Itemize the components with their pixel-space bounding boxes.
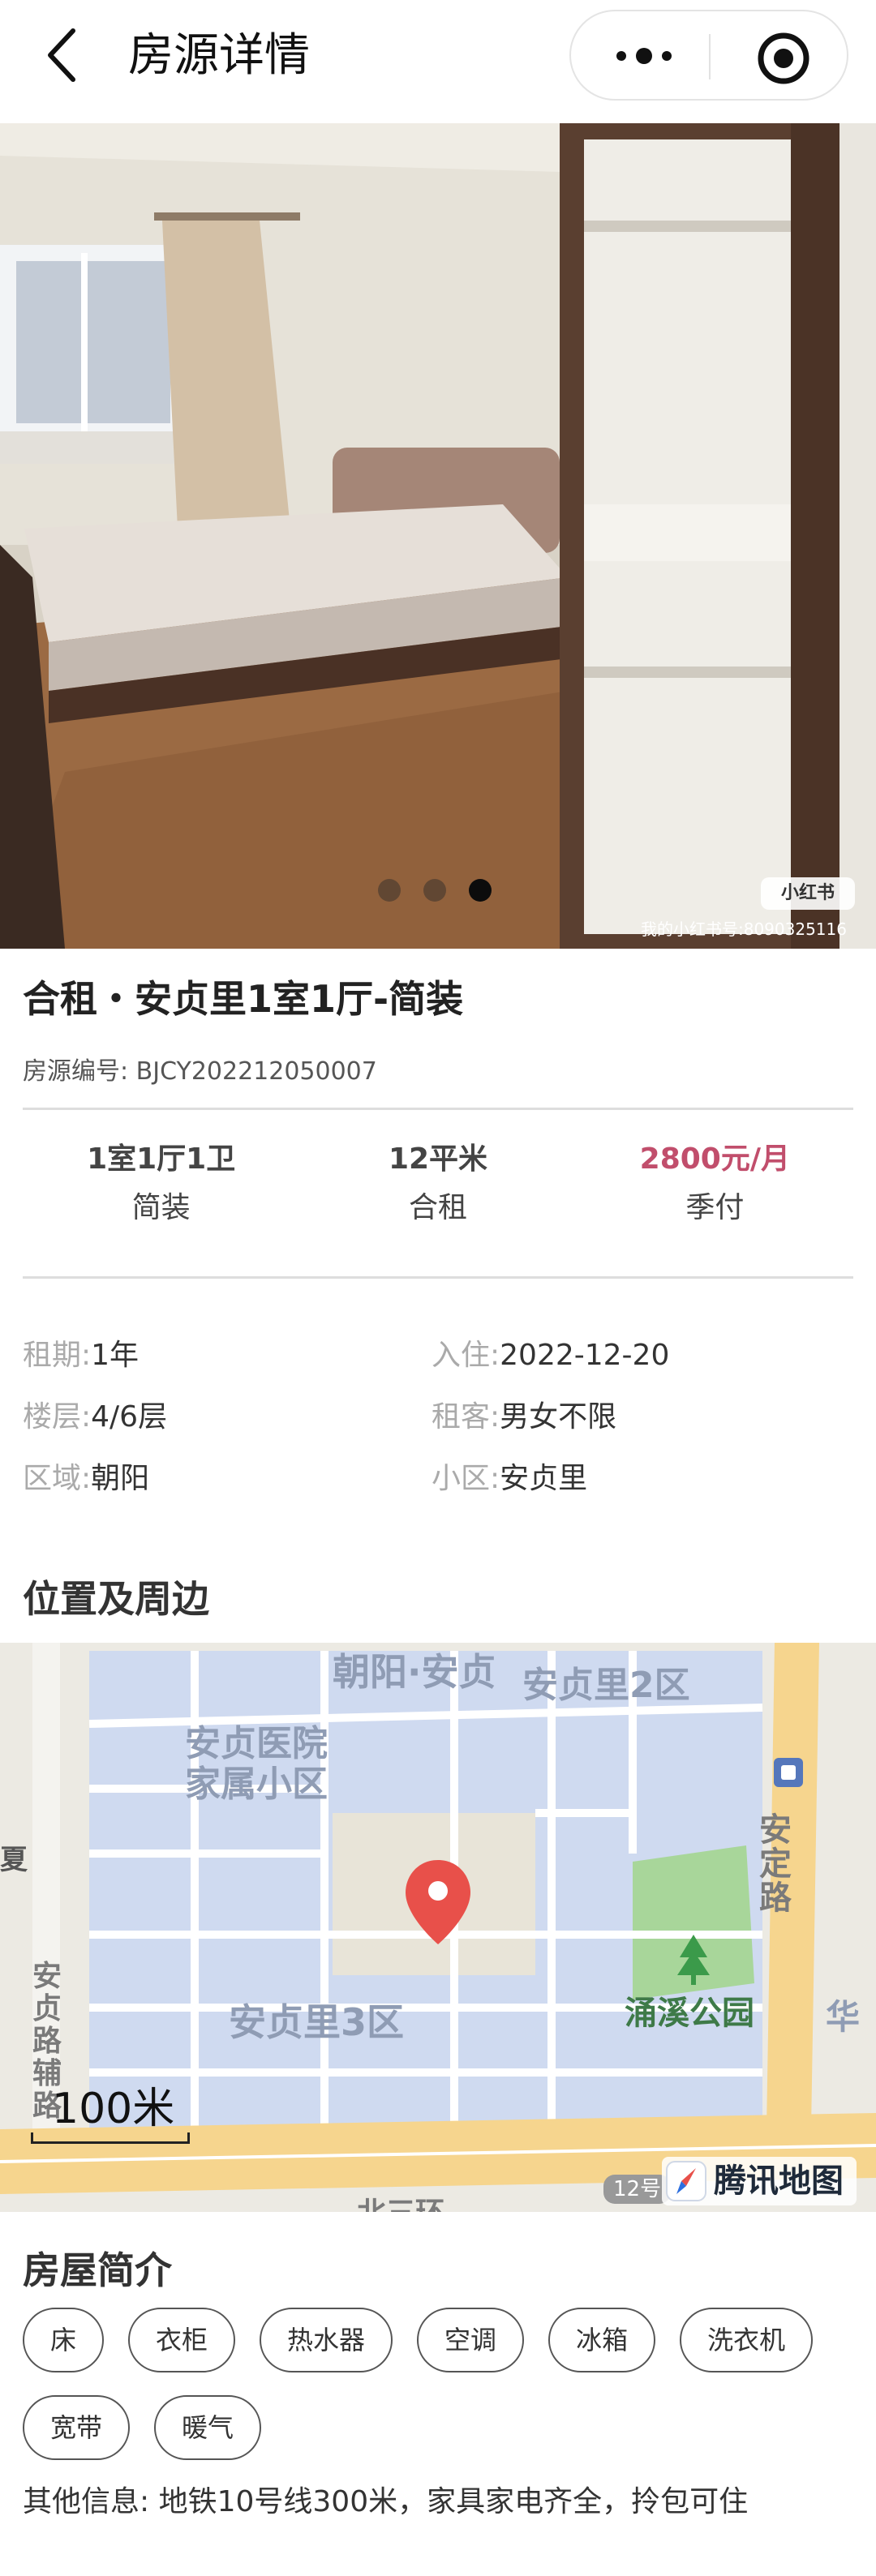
intro-section-title: 房屋简介: [23, 2248, 172, 2292]
stat-layout-value: 1室1厅1卫: [87, 1142, 236, 1176]
stat-price-value: 2800元/月: [639, 1142, 790, 1176]
compass-icon: [666, 2161, 706, 2201]
chevron-left-icon: [48, 28, 75, 82]
more-button[interactable]: [603, 36, 685, 76]
carousel-dot-active[interactable]: [469, 879, 492, 902]
other-info: 其他信息: 地铁10号线300米，家具家电齐全，拎包可住: [23, 2485, 749, 2518]
bedroom-photo: [0, 123, 876, 949]
info-key-district: 区域:: [23, 1462, 92, 1495]
mini-program-capsule: [569, 10, 848, 101]
carousel-dot[interactable]: [378, 879, 401, 902]
road-badge: 12号: [603, 2175, 672, 2204]
map-label-ring-road: 北三环: [357, 2189, 444, 2212]
stat-rent-type: 合租: [408, 1191, 467, 1224]
info-key-lease: 租期:: [23, 1339, 92, 1372]
target-circle-icon: [758, 32, 809, 84]
info-value-tenant: 男女不限: [500, 1400, 617, 1434]
more-dots-icon: [616, 48, 672, 64]
info-row: 租期:1年 入住:2022-12-20: [23, 1322, 853, 1383]
map-label-partial: 华: [826, 1997, 861, 2037]
house-info-grid: 租期:1年 入住:2022-12-20 楼层:4/6层 租客:男女不限 区域:朝…: [23, 1322, 853, 1507]
amenity-tag: 洗衣机: [680, 2308, 814, 2372]
map-scale-label: 100米: [52, 2085, 175, 2133]
map-label-road-anding: 安定路: [759, 1811, 792, 1917]
amenity-tag: 宽带: [23, 2395, 131, 2460]
amenity-tag: 暖气: [154, 2395, 262, 2460]
info-key-floor: 楼层:: [23, 1400, 92, 1434]
amenity-tag: 衣柜: [128, 2308, 236, 2372]
map-provider-name: 腾讯地图: [714, 2162, 844, 2200]
amenity-tag: 床: [23, 2308, 105, 2372]
house-title: 合租・安贞里1室1厅-简装: [23, 977, 464, 1021]
amenity-tag: 热水器: [260, 2308, 393, 2372]
info-value-community: 安贞里: [500, 1462, 588, 1495]
info-value-lease: 1年: [91, 1339, 140, 1372]
house-stats: 1室1厅1卫 简装 12平米 合租 2800元/月 季付: [23, 1135, 853, 1232]
map-label-park: 涌溪公园: [625, 1995, 754, 2032]
nav-header: 房源详情: [0, 0, 876, 123]
back-button[interactable]: [32, 23, 97, 88]
amenity-tags: 床 衣柜 热水器 空调 冰箱 洗衣机 宽带 暖气: [23, 2308, 858, 2460]
map-label-hospital-housing: 家属小区: [185, 1764, 328, 1805]
map-label-district: 朝阳·安贞: [333, 1650, 496, 1694]
map-label-community-2: 安贞里2区: [522, 1665, 690, 1706]
info-value-move-in: 2022-12-20: [500, 1339, 670, 1372]
map-label-community-3: 安贞里3区: [229, 2000, 405, 2044]
divider: [23, 1108, 853, 1110]
house-photo-carousel[interactable]: [0, 123, 876, 949]
map-label-edge: 夏: [0, 1844, 28, 1876]
page-title: 房源详情: [128, 29, 310, 82]
stat-price: 2800元/月 季付: [577, 1135, 853, 1232]
map-scale-bar: [31, 2132, 190, 2144]
map-provider-logo: 腾讯地图: [662, 2157, 857, 2205]
watermark-logo: 小红书: [761, 877, 855, 910]
stat-area-value: 12平米: [388, 1142, 488, 1176]
house-code: 房源编号: BJCY202212050007: [23, 1057, 377, 1086]
info-row: 区域:朝阳 小区:安贞里: [23, 1445, 853, 1507]
location-section-title: 位置及周边: [23, 1577, 209, 1621]
carousel-indicator: [378, 879, 492, 905]
info-key-community: 小区:: [432, 1462, 500, 1495]
info-key-move-in: 入住:: [432, 1339, 500, 1372]
close-program-button[interactable]: [754, 29, 813, 88]
stat-payment: 季付: [685, 1191, 745, 1224]
watermark-text: 我的小红书号:8090325116: [641, 919, 847, 939]
info-value-floor: 4/6层: [91, 1400, 168, 1434]
info-row: 楼层:4/6层 租客:男女不限: [23, 1383, 853, 1445]
info-value-district: 朝阳: [91, 1462, 150, 1495]
info-key-tenant: 租客:: [432, 1400, 500, 1434]
stat-layout: 1室1厅1卫 简装: [23, 1135, 299, 1232]
stat-decoration: 简装: [131, 1191, 191, 1224]
amenity-tag: 冰箱: [548, 2308, 656, 2372]
capsule-divider: [709, 34, 711, 79]
carousel-dot[interactable]: [423, 879, 446, 902]
divider: [23, 1276, 853, 1279]
stat-area: 12平米 合租: [299, 1135, 576, 1232]
amenity-tag: 空调: [417, 2308, 525, 2372]
